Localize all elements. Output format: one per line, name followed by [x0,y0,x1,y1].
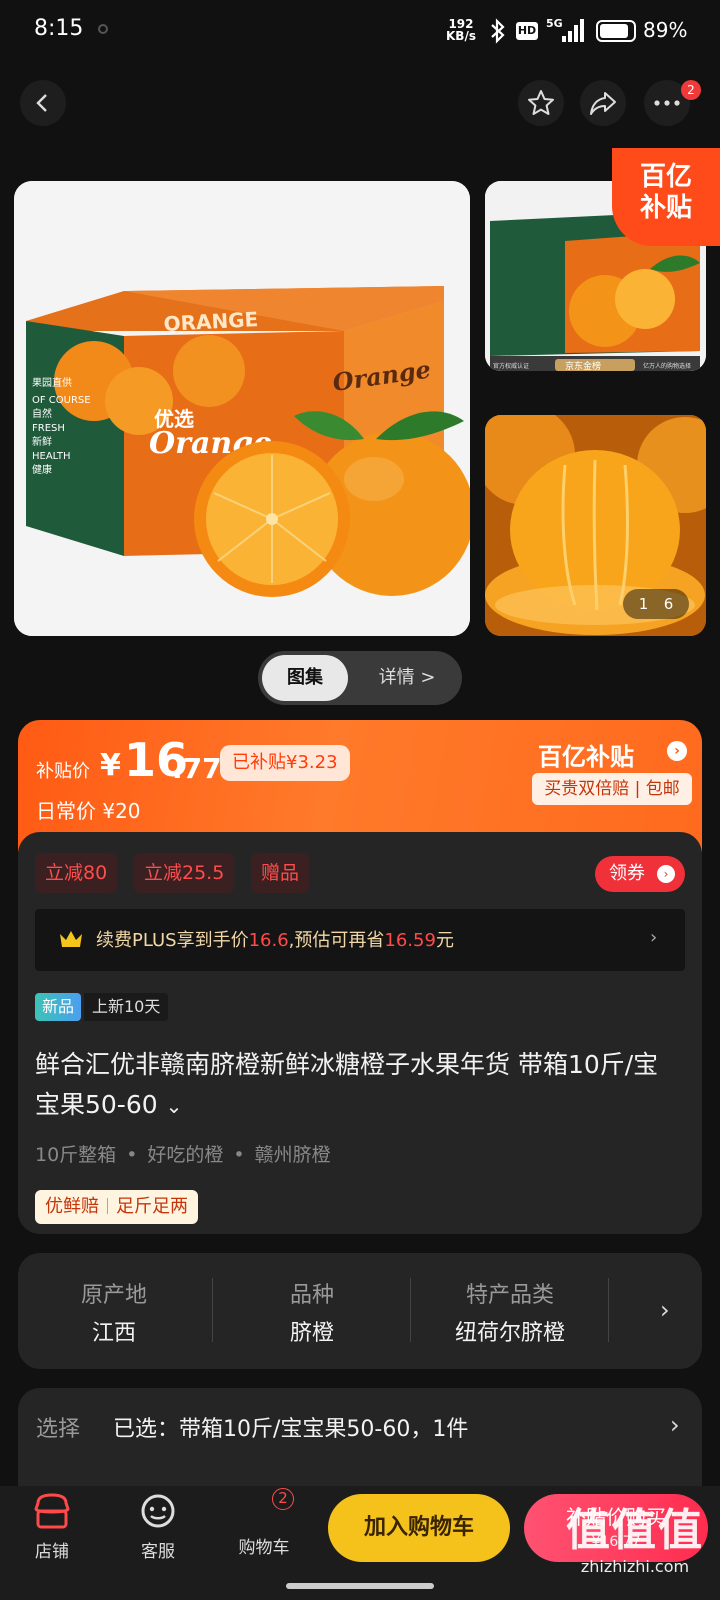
tab-details[interactable]: 详情 > [356,655,458,701]
battery-percent: 89% [643,18,688,42]
orange-box-image: ORANGE 果园直供 OF COURSE 自然 FRESH 新鲜 HEALTH… [14,181,470,636]
more-badge: 2 [681,80,701,100]
price-currency: ¥ [100,748,121,783]
signal-5g-icon: 5G [546,17,584,42]
svg-text:新鲜: 新鲜 [32,435,52,448]
store-button[interactable]: 店铺 [12,1493,92,1562]
store-label: 店铺 [35,1542,69,1562]
site-watermark: 值值值 zhizhizhi.com [566,1505,704,1576]
product-title-text: 鲜合汇优非赣南脐橙新鲜冰糖橙子水果年货 带箱10斤/宝宝果50-60 [35,1050,659,1119]
tab-gallery[interactable]: 图集 [262,655,348,701]
share-icon [590,92,616,115]
spec-tag: 10斤整箱 [35,1144,117,1166]
subsidy-brand-link[interactable]: 百亿补贴 [538,737,634,772]
svg-text:京东金榜: 京东金榜 [565,360,601,371]
chevron-right-icon[interactable]: › [660,1296,670,1324]
hd-icon: HD [516,22,538,40]
subsidized-amount-tag: 已补贴¥3.23 [220,745,350,781]
customer-service-button[interactable]: 客服 [118,1493,198,1562]
subsidy-corner-line2: 补贴 [639,193,692,223]
service-guarantee-tag[interactable]: 优鲜赔 足斤足两 [35,1190,198,1224]
cart-label: 购物车 [238,1538,290,1558]
svg-text:5G: 5G [546,17,563,30]
service-label: 客服 [141,1542,175,1562]
battery-icon [596,20,636,42]
coupon-label: 领券 [609,863,645,884]
new-product-badge: 新品 [35,993,81,1021]
home-indicator[interactable] [286,1583,434,1589]
svg-text:亿万人的购物选择: 亿万人的购物选择 [643,362,691,370]
gallery-page-indicator: 1 6 [623,589,689,619]
attribute-origin: 原产地 江西 [80,1283,147,1346]
svg-text:HEALTH: HEALTH [32,451,71,462]
spec-tags: 10斤整箱 • 好吃的橙 • 赣州脐橙 [35,1144,331,1166]
share-button[interactable] [580,80,626,126]
network-speed: 192 KB/s [446,18,476,42]
page-total: 6 [663,595,674,613]
svg-text:健康: 健康 [32,463,52,476]
expand-chevron-icon[interactable]: ⌄ [166,1094,183,1118]
subsidy-corner-badge: 百亿 补贴 [612,148,720,246]
crown-icon [60,931,82,947]
svg-text:果园直供: 果园直供 [32,376,72,389]
promo-tag-gift[interactable]: 赠品 [251,853,310,893]
get-coupon-button[interactable]: 领券 › [595,856,685,892]
subsidy-slogan: 买贵双倍赔 | 包邮 [532,773,692,805]
promo-tag-discount-25[interactable]: 立减25.5 [134,853,235,893]
back-button[interactable] [20,80,66,126]
daily-price: 日常价 ¥20 [36,799,141,823]
attribute-variety: 品种 脐橙 [289,1283,334,1346]
promo-tag-discount-80[interactable]: 立减80 [35,853,118,893]
subsidy-price-label: 补贴价 [36,761,90,782]
chevron-right-icon[interactable]: › [667,741,687,761]
svg-text:OF COURSE: OF COURSE [32,395,91,406]
chevron-right-icon: › [657,865,675,883]
gallery-main-image[interactable]: ORANGE 果园直供 OF COURSE 自然 FRESH 新鲜 HEALTH… [14,181,470,636]
attribute-category: 特产品类 纽荷尔脐橙 [454,1283,565,1346]
chat-face-icon [141,1494,175,1528]
network-speed-unit: KB/s [446,29,476,43]
status-time: 8:15 [34,16,84,41]
divider [410,1278,411,1342]
subsidy-corner-line1: 百亿 [639,162,692,192]
selection-card[interactable] [18,1388,702,1498]
bluetooth-icon [491,18,505,44]
box-title-text: ORANGE [163,307,259,336]
selection-value: 已选：带箱10斤/宝宝果50-60，1件 [113,1417,469,1442]
favorite-button[interactable] [518,80,564,126]
cart-count-badge: 2 [272,1488,294,1510]
plus-offer-text: 续费PLUS享到手价16.6,预估可再省16.59元 [96,930,454,951]
new-arrival-date: 上新10天 [84,993,169,1021]
notification-dot-icon [98,24,108,34]
store-icon [34,1493,70,1529]
divider [212,1278,213,1342]
chevron-left-icon [36,94,47,112]
product-title[interactable]: 鲜合汇优非赣南脐橙新鲜冰糖橙子水果年货 带箱10斤/宝宝果50-60 ⌄ [35,1045,675,1126]
chevron-right-icon[interactable]: › [670,1411,680,1439]
divider [608,1278,609,1342]
spec-tag: 赣州脐橙 [254,1144,331,1166]
page-current: 1 [638,595,649,613]
more-dots-icon [654,100,680,106]
selection-label: 选择 [36,1417,81,1442]
svg-text:官方权威认证: 官方权威认证 [493,362,529,370]
add-to-cart-button[interactable]: 加入购物车 [328,1494,510,1562]
product-info-card [18,832,702,1234]
svg-text:自然: 自然 [32,407,52,420]
price-decimal: .77 [172,752,222,785]
star-icon [528,90,554,115]
chevron-right-icon: › [650,927,658,948]
svg-text:FRESH: FRESH [32,423,65,434]
spec-tag: 好吃的橙 [147,1144,224,1166]
